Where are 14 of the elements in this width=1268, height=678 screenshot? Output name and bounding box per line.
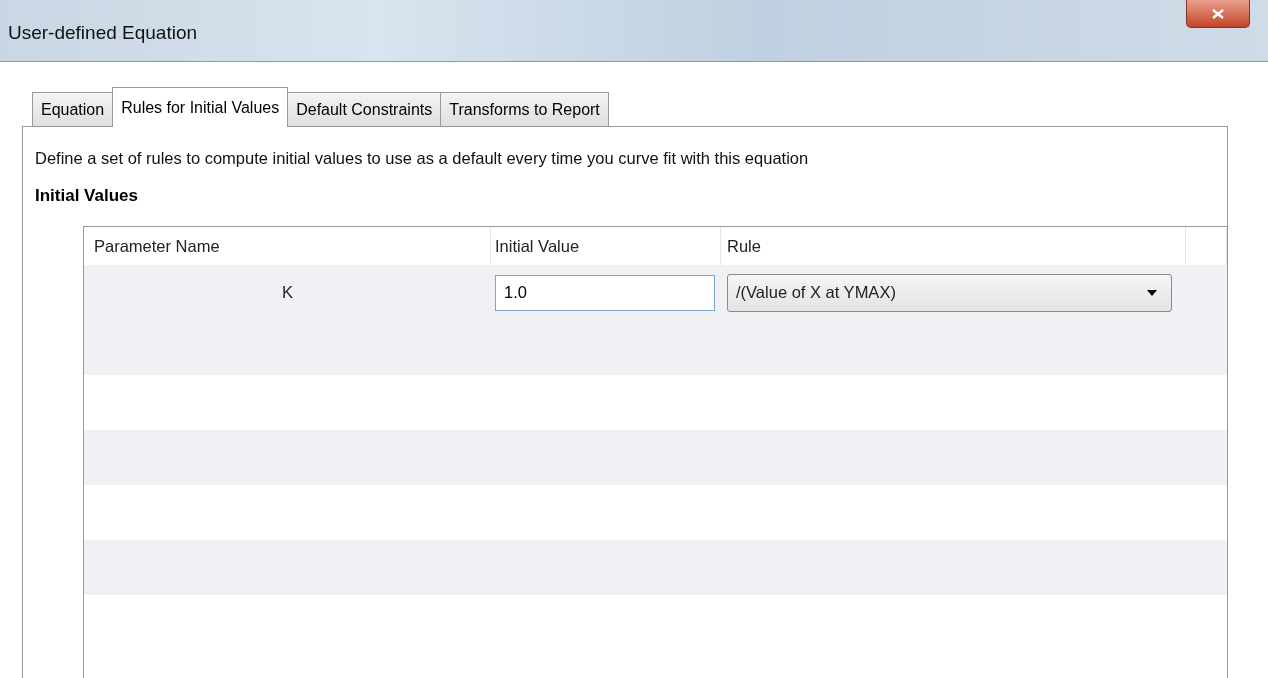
description-text: Define a set of rules to compute initial values to use as a default every time you curve fit with this equation (35, 149, 810, 168)
initial-value-field[interactable]: 1.0 (495, 274, 715, 311)
rule-dropdown[interactable]: /(Value of X at YMAX) (727, 273, 1172, 312)
tab[interactable]: Equation (32, 92, 114, 126)
section-title: Initial Values (35, 186, 139, 206)
close-button[interactable] (1186, 0, 1250, 28)
window-title: User-defined Equation (7, 21, 198, 44)
tab[interactable]: Transforms to Report (440, 92, 609, 126)
table-cell-text: K (281, 282, 294, 303)
tab[interactable]: Default Constraints (287, 92, 442, 126)
dropdown-arrow-icon (1147, 289, 1157, 296)
tab[interactable]: Rules for Initial Values (112, 87, 289, 127)
close-icon (1212, 8, 1224, 19)
table-row[interactable]: K 1.0 /(Value of X at YMAX) (84, 265, 1227, 320)
